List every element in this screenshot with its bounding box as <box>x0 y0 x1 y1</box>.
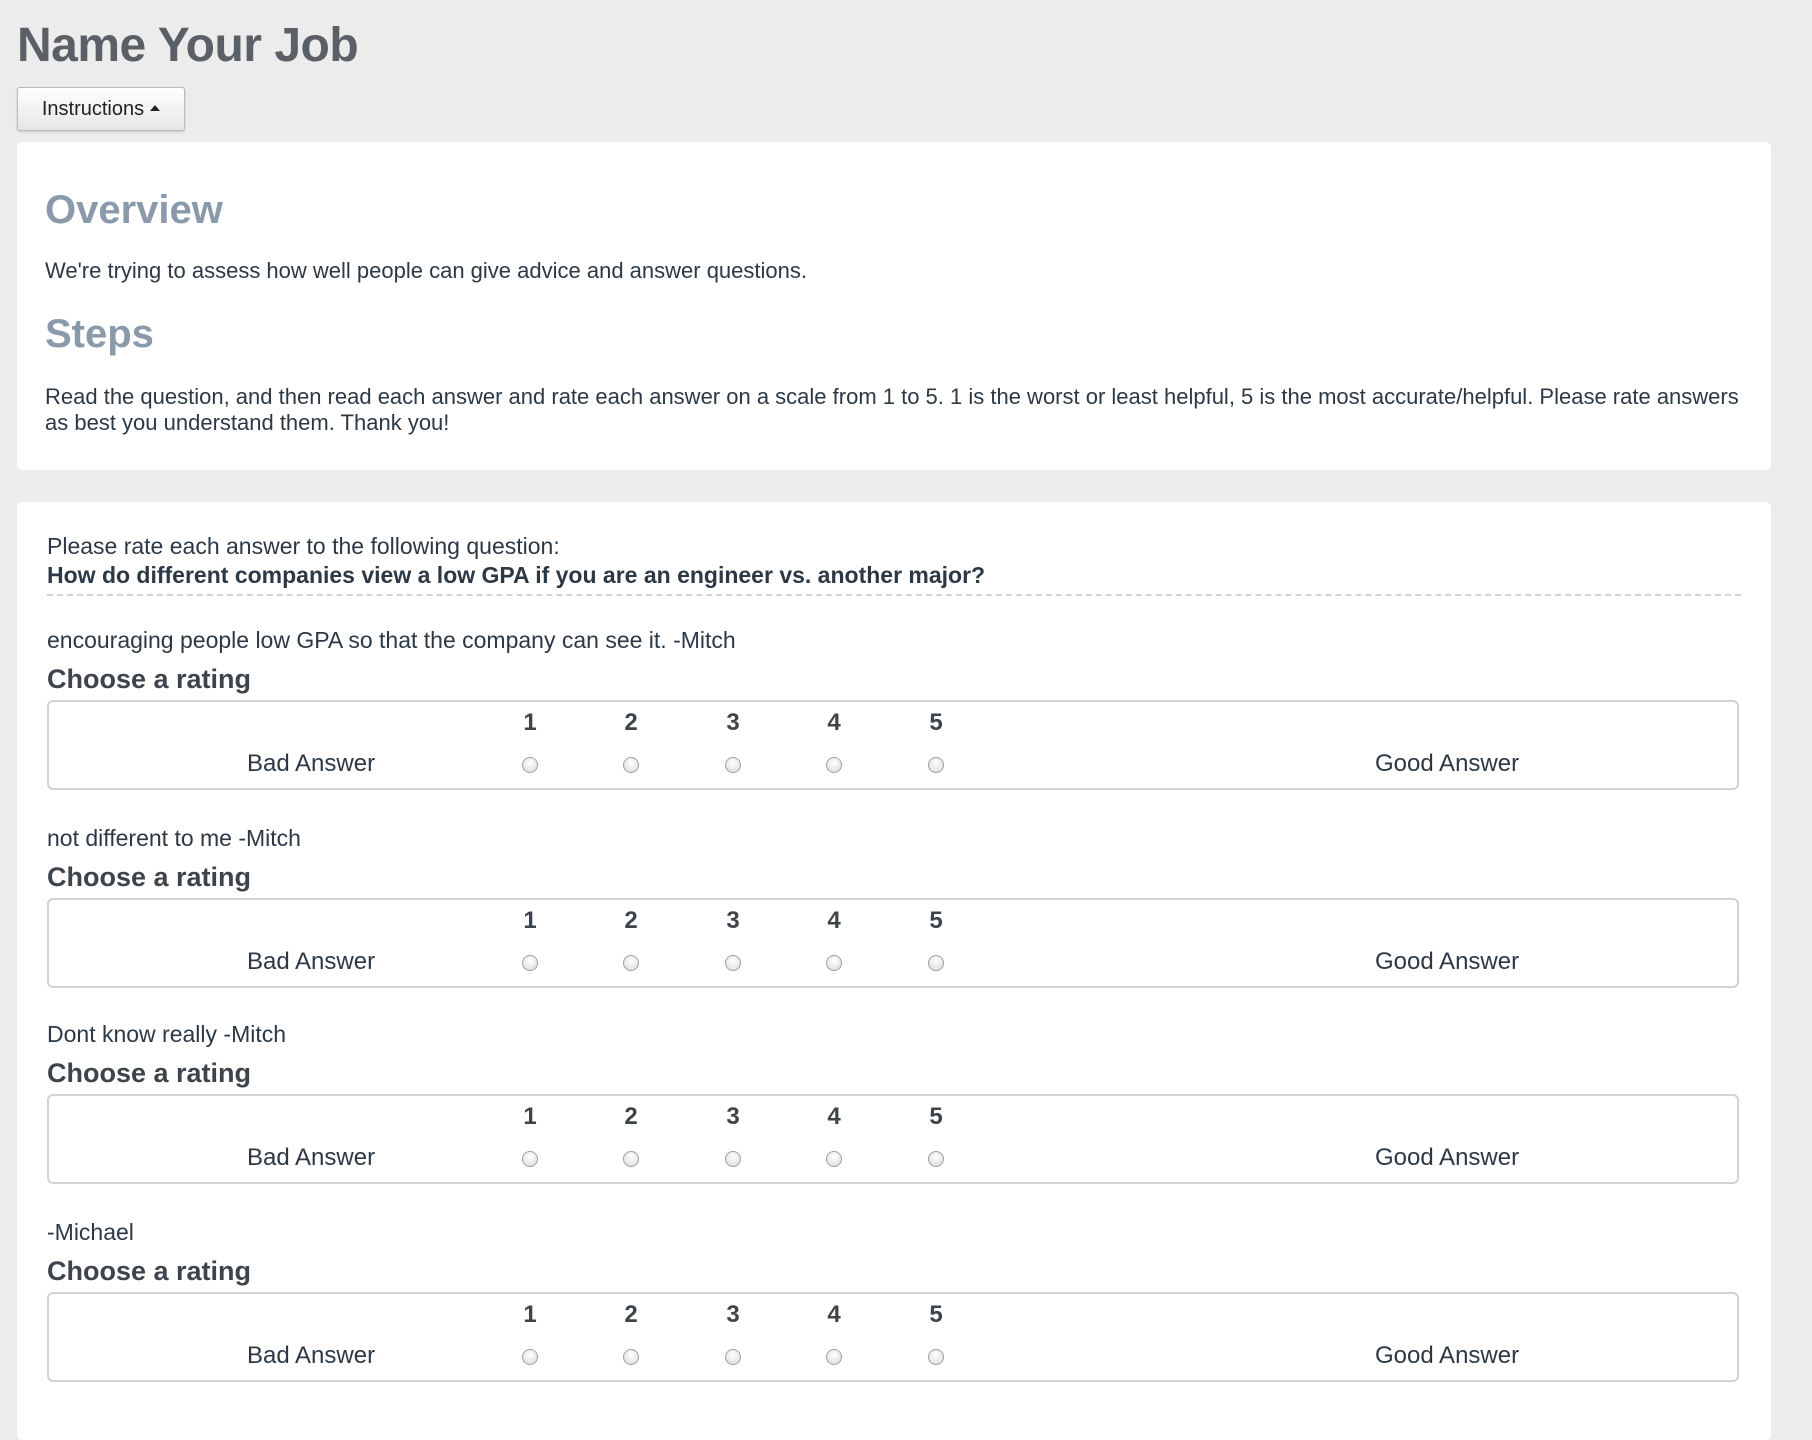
rating-radio-2[interactable] <box>623 1349 639 1365</box>
rating-radio-2[interactable] <box>623 955 639 971</box>
good-answer-label: Good Answer <box>1375 750 1520 777</box>
rating-scale: Bad Answer 1 2 3 4 5 Good Answer <box>47 898 1739 988</box>
rating-radio-4[interactable] <box>826 757 842 773</box>
scale-number-2: 2 <box>624 1103 638 1130</box>
answer-item: -Michael Choose a rating Bad Answer 1 2 3 4 5 Go… <box>47 1218 1741 1382</box>
answer-item: encouraging people low GPA so that the c… <box>47 626 1741 790</box>
answer-text: not different to me -Mitch <box>47 825 301 851</box>
scale-number-1: 1 <box>523 709 537 736</box>
rating-radio-5[interactable] <box>928 955 944 971</box>
scale-number-4: 4 <box>827 1301 841 1328</box>
good-answer-label: Good Answer <box>1375 1144 1520 1171</box>
bad-answer-label: Bad Answer <box>247 948 376 975</box>
answer-item: Dont know really -Mitch Choose a rating Ba… <box>47 1020 1741 1184</box>
choose-rating-label: Choose a rating <box>47 862 252 892</box>
choose-rating-label: Choose a rating <box>47 1058 252 1088</box>
scale-number-4: 4 <box>827 1103 841 1130</box>
rating-radio-5[interactable] <box>928 1151 944 1167</box>
steps-heading: Steps <box>45 312 154 356</box>
good-answer-label: Good Answer <box>1375 948 1520 975</box>
page-title: Name Your Job <box>17 19 359 72</box>
instructions-panel: Overview We're trying to assess how well… <box>17 142 1771 470</box>
scale-number-5: 5 <box>929 1301 943 1328</box>
rating-radio-1[interactable] <box>522 1349 538 1365</box>
answers-list: encouraging people low GPA so that the c… <box>47 626 1741 1382</box>
scale-number-1: 1 <box>523 1301 537 1328</box>
scale-number-5: 5 <box>929 1103 943 1130</box>
bad-answer-label: Bad Answer <box>247 1144 376 1171</box>
instructions-toggle-button[interactable]: Instructions <box>17 87 185 131</box>
question-prompt: Please rate each answer to the following… <box>47 533 560 559</box>
answer-text: encouraging people low GPA so that the c… <box>47 627 736 653</box>
answer-text: Dont know really -Mitch <box>47 1021 287 1047</box>
scale-number-1: 1 <box>523 907 537 934</box>
overview-heading: Overview <box>45 188 223 232</box>
answer-text: -Michael <box>47 1219 134 1245</box>
choose-rating-label: Choose a rating <box>47 664 252 694</box>
rating-radio-3[interactable] <box>725 757 741 773</box>
rating-task-panel: Please rate each answer to the following… <box>17 502 1771 1440</box>
caret-up-icon <box>150 105 161 111</box>
rating-scale: Bad Answer 1 2 3 4 5 Good Answer <box>47 1094 1739 1184</box>
scale-number-3: 3 <box>726 1103 740 1130</box>
bad-answer-label: Bad Answer <box>247 750 376 777</box>
rating-radio-5[interactable] <box>928 1349 944 1365</box>
good-answer-label: Good Answer <box>1375 1342 1520 1369</box>
rating-radio-2[interactable] <box>623 757 639 773</box>
rating-radio-4[interactable] <box>826 1349 842 1365</box>
rating-radio-1[interactable] <box>522 757 538 773</box>
scale-number-5: 5 <box>929 709 943 736</box>
scale-number-5: 5 <box>929 907 943 934</box>
rating-radio-3[interactable] <box>725 955 741 971</box>
question-text: How do different companies view a low GP… <box>47 560 1741 596</box>
overview-text: We're trying to assess how well people c… <box>45 258 807 283</box>
scale-number-2: 2 <box>624 907 638 934</box>
scale-number-2: 2 <box>624 709 638 736</box>
rating-radio-1[interactable] <box>522 1151 538 1167</box>
rating-radio-4[interactable] <box>826 1151 842 1167</box>
answer-item: not different to me -Mitch Choose a ratin… <box>47 824 1741 988</box>
rating-scale: Bad Answer 1 2 3 4 5 Good Answer <box>47 700 1739 790</box>
scale-number-3: 3 <box>726 709 740 736</box>
rating-radio-4[interactable] <box>826 955 842 971</box>
choose-rating-label: Choose a rating <box>47 1256 252 1286</box>
rating-scale: Bad Answer 1 2 3 4 5 Good Answer <box>47 1292 1739 1382</box>
rating-radio-3[interactable] <box>725 1349 741 1365</box>
rating-radio-1[interactable] <box>522 955 538 971</box>
instructions-button-label: Instructions <box>41 97 145 120</box>
scale-number-3: 3 <box>726 1301 740 1328</box>
rating-radio-5[interactable] <box>928 757 944 773</box>
steps-text: Read the question, and then read each an… <box>45 384 1739 435</box>
rating-radio-2[interactable] <box>623 1151 639 1167</box>
scale-number-2: 2 <box>624 1301 638 1328</box>
scale-number-1: 1 <box>523 1103 537 1130</box>
bad-answer-label: Bad Answer <box>247 1342 376 1369</box>
scale-number-4: 4 <box>827 709 841 736</box>
scale-number-3: 3 <box>726 907 740 934</box>
scale-number-4: 4 <box>827 907 841 934</box>
rating-radio-3[interactable] <box>725 1151 741 1167</box>
